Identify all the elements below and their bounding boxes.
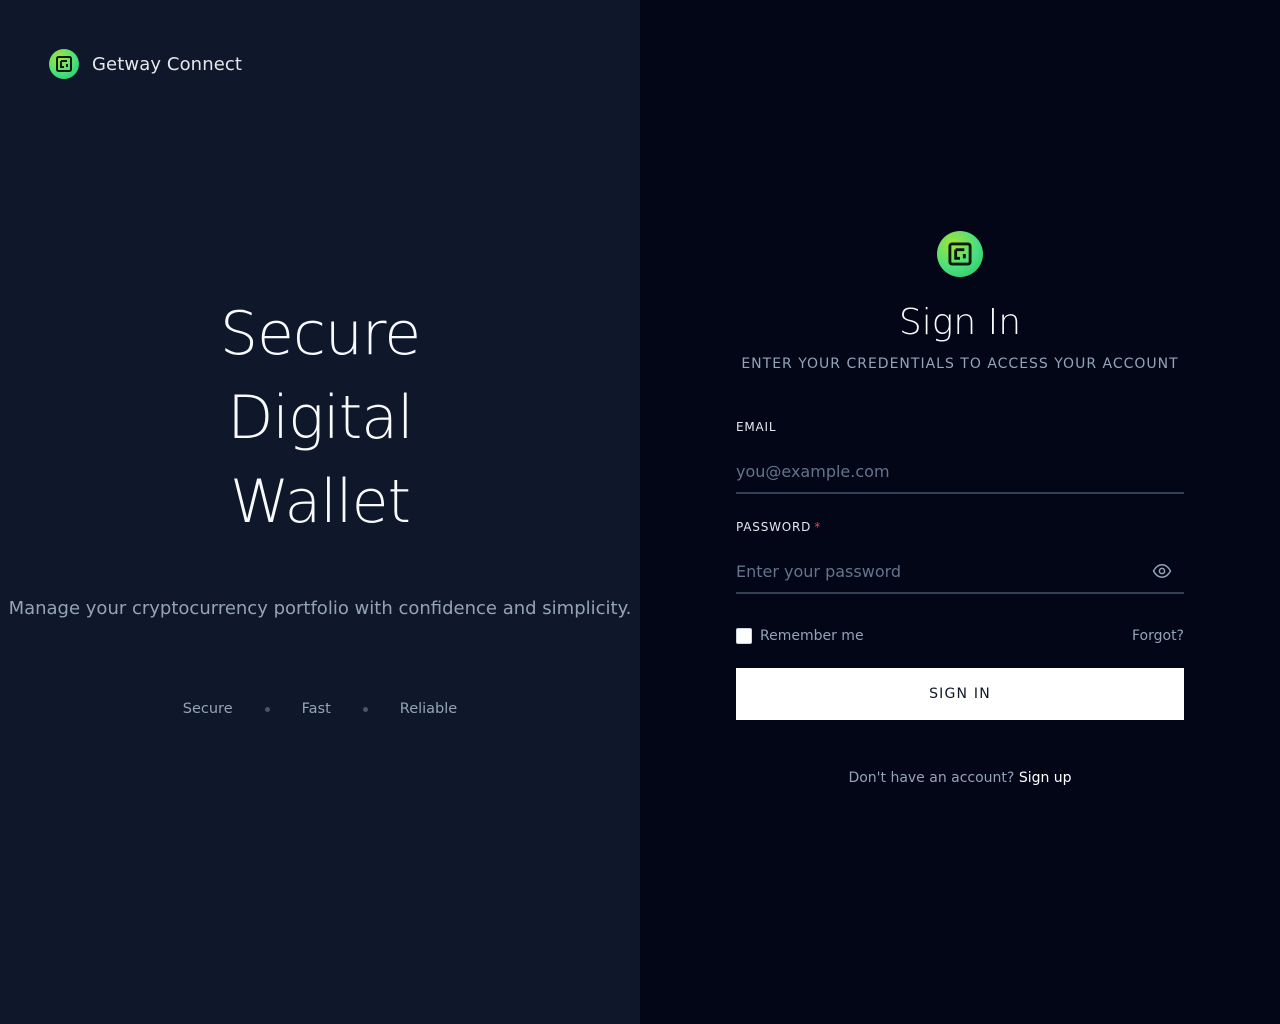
brand-name: Getway Connect <box>92 53 243 75</box>
signin-panel: Sign In Enter your credentials to access… <box>640 0 1280 1024</box>
email-label: Email <box>736 420 777 434</box>
password-input-row <box>736 550 1184 594</box>
signin-subtitle: Enter your credentials to access your ac… <box>741 356 1179 372</box>
getway-logo-icon <box>937 231 983 277</box>
feature-list: Secure Fast Reliable <box>0 701 640 717</box>
password-field-group: Password * <box>736 520 1184 594</box>
form-options: Remember me Forgot? <box>736 628 1184 644</box>
hero-panel: Getway Connect Secure Digital Wallet Man… <box>0 0 640 1024</box>
email-input[interactable] <box>736 451 1184 491</box>
remember-me-label: Remember me <box>760 628 864 644</box>
eye-icon[interactable] <box>1152 561 1172 581</box>
password-input[interactable] <box>736 551 1184 591</box>
email-input-row <box>736 450 1184 494</box>
password-label-text: Password <box>736 520 812 534</box>
feature-item: Fast <box>301 701 331 717</box>
signin-form: Sign In Enter your credentials to access… <box>736 231 1184 786</box>
feature-item: Reliable <box>399 701 458 717</box>
hero-description: Manage your cryptocurrency portfolio wit… <box>8 598 632 619</box>
signup-prompt-text: Don't have an account? <box>848 770 1015 786</box>
hero-title-line: Wallet <box>229 467 411 537</box>
signin-title: Sign In <box>898 302 1022 343</box>
brand[interactable]: Getway Connect <box>49 49 242 79</box>
login-page: Getway Connect Secure Digital Wallet Man… <box>0 0 1280 1024</box>
signin-button[interactable]: Sign In <box>736 668 1184 720</box>
getway-logo-icon <box>49 49 79 79</box>
hero-title-line: Digital <box>227 383 414 453</box>
separator-dot <box>362 706 368 712</box>
signup-link[interactable]: Sign up <box>1019 770 1072 786</box>
password-label: Password * <box>736 520 1184 534</box>
hero-title: Secure Digital Wallet <box>0 292 640 544</box>
required-indicator: * <box>814 520 822 534</box>
remember-me-checkbox[interactable] <box>736 628 752 644</box>
feature-item: Secure <box>182 701 233 717</box>
forgot-password-link[interactable]: Forgot? <box>1132 628 1184 644</box>
email-field-group: Email <box>736 420 1184 494</box>
hero-title-line: Secure <box>219 299 421 369</box>
separator-dot <box>264 706 270 712</box>
signup-prompt: Don't have an account? Sign up <box>736 770 1184 786</box>
remember-me-control[interactable]: Remember me <box>736 628 864 644</box>
